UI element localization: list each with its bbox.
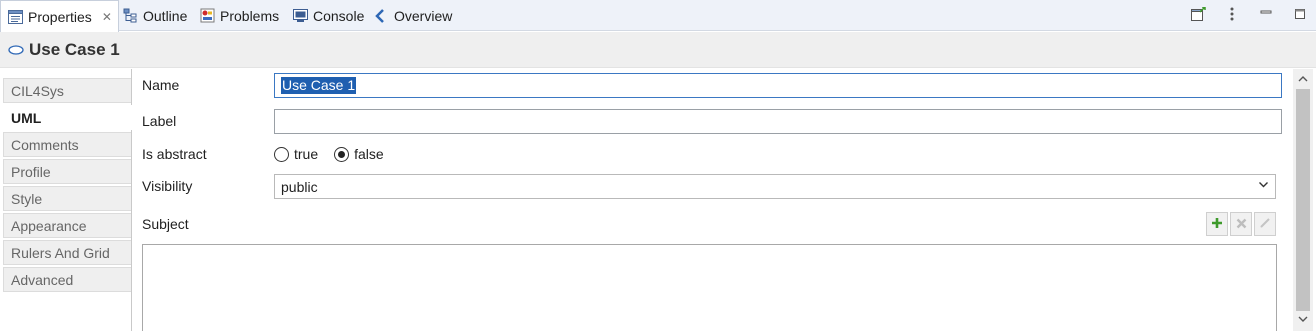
- page-title: Use Case 1: [29, 39, 120, 59]
- properties-icon: [7, 9, 23, 25]
- maximize-icon[interactable]: [1292, 6, 1308, 22]
- radio-checked-icon: [334, 146, 350, 162]
- tab-properties[interactable]: Properties ✕: [0, 0, 119, 32]
- tab-problems[interactable]: Problems: [199, 0, 279, 31]
- label-field[interactable]: [274, 109, 1282, 134]
- vertical-scrollbar[interactable]: [1293, 69, 1313, 331]
- tab-console[interactable]: Console: [292, 0, 364, 31]
- edit-icon: [1259, 216, 1271, 233]
- chevron-down-icon: [1258, 179, 1269, 193]
- tab-outline[interactable]: Outline: [122, 0, 187, 31]
- name-field[interactable]: Use Case 1: [274, 73, 1282, 98]
- add-icon: [1211, 216, 1223, 233]
- scroll-up-icon[interactable]: [1293, 70, 1313, 86]
- view-menu-icon[interactable]: [1224, 6, 1240, 22]
- overview-icon: [373, 8, 389, 24]
- is-abstract-radio-group: true false: [274, 146, 400, 162]
- section-tab-uml[interactable]: UML: [3, 105, 132, 130]
- tab-label: Overview: [394, 7, 453, 24]
- visibility-select[interactable]: public: [274, 174, 1276, 199]
- edit-subject-button[interactable]: [1254, 212, 1276, 236]
- label-label: Label: [142, 113, 177, 129]
- use-case-icon: [8, 42, 24, 58]
- name-field-value: Use Case 1: [281, 77, 357, 94]
- visibility-label: Visibility: [142, 178, 193, 194]
- section-tab-rulers-and-grid[interactable]: Rulers And Grid: [3, 240, 131, 265]
- section-tab-comments[interactable]: Comments: [3, 132, 131, 157]
- is-abstract-label: Is abstract: [142, 146, 207, 162]
- section-tab-profile[interactable]: Profile: [3, 159, 131, 184]
- visibility-value: public: [281, 178, 318, 195]
- scrollbar-thumb[interactable]: [1296, 89, 1310, 311]
- section-tab-appearance[interactable]: Appearance: [3, 213, 131, 238]
- delete-subject-button[interactable]: [1230, 212, 1252, 236]
- tab-label: Console: [313, 7, 365, 24]
- is-abstract-false-radio[interactable]: false: [334, 146, 384, 162]
- console-icon: [292, 8, 308, 24]
- radio-label: true: [294, 146, 319, 162]
- section-tab-style[interactable]: Style: [3, 186, 131, 211]
- tab-label: Problems: [220, 7, 280, 24]
- subject-toolbar: [1206, 212, 1276, 236]
- problems-icon: [199, 8, 215, 24]
- radio-unchecked-icon: [274, 146, 289, 162]
- subject-label: Subject: [142, 216, 189, 232]
- tab-overview[interactable]: Overview: [373, 0, 452, 31]
- properties-header: Use Case 1: [0, 32, 1316, 68]
- view-tab-bar: Properties ✕ Outline Problems Console Ov…: [0, 0, 1316, 32]
- section-tab-cil4sys[interactable]: CIL4Sys: [3, 78, 131, 103]
- outline-icon: [122, 8, 138, 24]
- scroll-down-icon[interactable]: [1293, 311, 1313, 327]
- name-label: Name: [142, 77, 180, 93]
- section-tabs: CIL4Sys UML Comments Profile Style Appea…: [0, 69, 132, 331]
- minimize-icon[interactable]: [1258, 6, 1274, 22]
- close-icon[interactable]: ✕: [102, 10, 112, 24]
- add-subject-button[interactable]: [1206, 212, 1228, 236]
- is-abstract-true-radio[interactable]: true: [274, 146, 318, 162]
- open-view-icon[interactable]: [1190, 6, 1206, 22]
- delete-icon: [1236, 216, 1247, 233]
- tab-label: Outline: [143, 7, 188, 24]
- section-tab-advanced[interactable]: Advanced: [3, 267, 131, 292]
- view-toolbar: [1190, 6, 1308, 22]
- tab-label: Properties: [28, 8, 92, 25]
- radio-label: false: [354, 146, 384, 162]
- subject-list[interactable]: [142, 244, 1277, 331]
